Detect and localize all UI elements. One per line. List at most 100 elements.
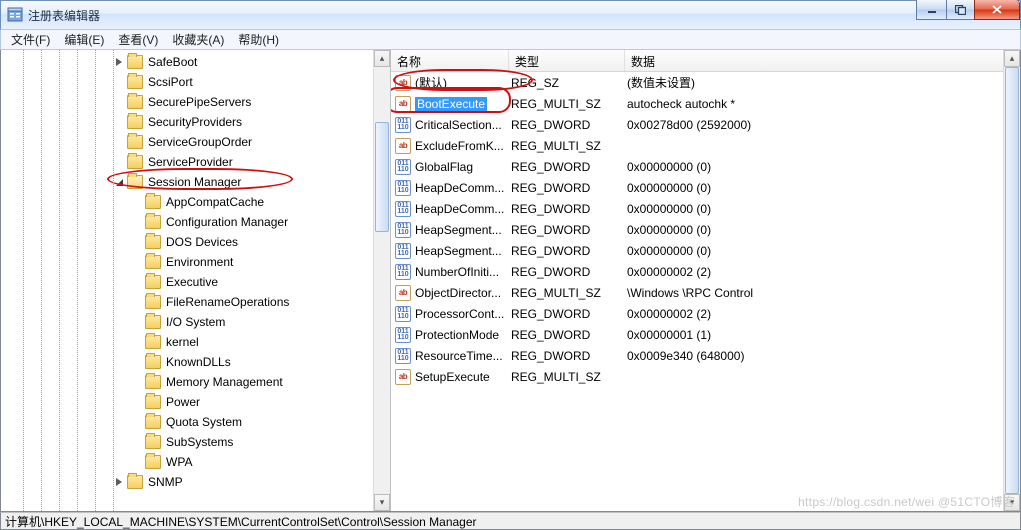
- value-data: 0x00000000 (0): [627, 223, 1020, 237]
- menu-file[interactable]: 文件(F): [5, 29, 56, 50]
- value-name: HeapDeComm...: [415, 181, 511, 195]
- list-row[interactable]: 011 110 NumberOfIniti...REG_DWORD0x000000…: [391, 261, 1020, 282]
- menu-help[interactable]: 帮助(H): [232, 29, 285, 50]
- value-type: REG_DWORD: [511, 202, 627, 216]
- binary-value-icon: 011 110: [395, 222, 411, 238]
- value-name: (默认): [415, 74, 511, 91]
- value-name: SetupExecute: [415, 370, 511, 384]
- list-row[interactable]: 011 110ProtectionModeREG_DWORD0x00000001…: [391, 324, 1020, 345]
- value-type: REG_DWORD: [511, 181, 627, 195]
- tree-scrollbar[interactable]: ▴ ▾: [373, 50, 390, 511]
- list-header: 名称 类型 数据: [391, 50, 1020, 72]
- close-button[interactable]: [974, 0, 1020, 20]
- window-title: 注册表编辑器: [28, 7, 100, 24]
- folder-icon: [145, 435, 161, 449]
- tree-item-label: Session Manager: [146, 175, 241, 189]
- list-row[interactable]: 011 110HeapSegment...REG_DWORD0x00000000…: [391, 240, 1020, 261]
- folder-icon: [145, 315, 161, 329]
- scroll-down-button[interactable]: ▾: [374, 494, 390, 511]
- menu-favorites[interactable]: 收藏夹(A): [166, 29, 230, 50]
- column-type[interactable]: 类型: [509, 50, 625, 71]
- title-bar: 注册表编辑器: [0, 0, 1021, 30]
- value-type: REG_MULTI_SZ: [511, 139, 627, 153]
- list-row[interactable]: 011 110CriticalSection...REG_DWORD0x0027…: [391, 114, 1020, 135]
- folder-icon: [127, 475, 143, 489]
- value-type: REG_DWORD: [511, 265, 627, 279]
- value-name: HeapSegment...: [415, 244, 511, 258]
- value-data: 0x00000002 (2): [627, 307, 1020, 321]
- scroll-up-button[interactable]: ▴: [374, 50, 390, 67]
- minimize-button[interactable]: [916, 0, 946, 20]
- value-name: HeapDeComm...: [415, 202, 511, 216]
- value-data: 0x00000000 (0): [627, 244, 1020, 258]
- binary-value-icon: 011 110: [395, 348, 411, 364]
- column-data[interactable]: 数据: [625, 50, 1020, 71]
- value-name: ProcessorCont...: [415, 307, 511, 321]
- watermark: https://blog.csdn.net/wei @51CTO博客: [798, 493, 1015, 510]
- collapse-icon[interactable]: [113, 176, 125, 188]
- value-list-pane[interactable]: 名称 类型 数据 ab(默认)REG_SZ(数值未设置)abBootExecut…: [391, 50, 1020, 511]
- app-icon: [7, 7, 23, 23]
- value-name: CriticalSection...: [415, 118, 511, 132]
- list-scrollbar[interactable]: ▴ ▾: [1003, 50, 1020, 511]
- window-controls: [916, 0, 1020, 20]
- expand-icon[interactable]: [113, 476, 125, 488]
- tree-item-label: ScsiPort: [146, 75, 193, 89]
- menu-view[interactable]: 查看(V): [112, 29, 164, 50]
- scroll-thumb[interactable]: [1005, 67, 1019, 494]
- tree-item-label: Power: [164, 395, 200, 409]
- binary-value-icon: 011 110: [395, 117, 411, 133]
- list-row[interactable]: abSetupExecuteREG_MULTI_SZ: [391, 366, 1020, 387]
- tree-item-label: FileRenameOperations: [164, 295, 289, 309]
- list-row[interactable]: abObjectDirector...REG_MULTI_SZ\Windows …: [391, 282, 1020, 303]
- folder-icon: [145, 235, 161, 249]
- folder-icon: [127, 95, 143, 109]
- value-name: GlobalFlag: [415, 160, 511, 174]
- folder-icon: [145, 395, 161, 409]
- value-type: REG_MULTI_SZ: [511, 97, 627, 111]
- folder-icon: [127, 135, 143, 149]
- list-row[interactable]: abExcludeFromK...REG_MULTI_SZ: [391, 135, 1020, 156]
- folder-icon: [127, 75, 143, 89]
- value-data: 0x00000002 (2): [627, 265, 1020, 279]
- tree-item-label: WPA: [164, 455, 192, 469]
- folder-icon: [127, 115, 143, 129]
- list-row[interactable]: 011 110ResourceTime...REG_DWORD0x0009e34…: [391, 345, 1020, 366]
- scroll-thumb[interactable]: [375, 122, 389, 232]
- list-row[interactable]: ab(默认)REG_SZ(数值未设置): [391, 72, 1020, 93]
- value-type: REG_DWORD: [511, 328, 627, 342]
- list-row[interactable]: 011 110HeapDeComm...REG_DWORD0x00000000 …: [391, 198, 1020, 219]
- menu-edit[interactable]: 编辑(E): [58, 29, 110, 50]
- value-name: HeapSegment...: [415, 223, 511, 237]
- value-data: 0x0009e340 (648000): [627, 349, 1020, 363]
- value-type: REG_DWORD: [511, 244, 627, 258]
- list-row[interactable]: 011 110GlobalFlagREG_DWORD0x00000000 (0): [391, 156, 1020, 177]
- maximize-button[interactable]: [946, 0, 974, 20]
- folder-icon: [145, 215, 161, 229]
- tree-item-label: Configuration Manager: [164, 215, 288, 229]
- scroll-up-button[interactable]: ▴: [1004, 50, 1020, 67]
- folder-icon: [145, 415, 161, 429]
- expand-icon[interactable]: [113, 56, 125, 68]
- value-name: NumberOfIniti...: [415, 265, 511, 279]
- value-data: (数值未设置): [627, 74, 1020, 91]
- list-row[interactable]: 011 110HeapSegment...REG_DWORD0x00000000…: [391, 219, 1020, 240]
- value-type: REG_DWORD: [511, 118, 627, 132]
- binary-value-icon: 011 110: [395, 306, 411, 322]
- binary-value-icon: 011 110: [395, 264, 411, 280]
- list-row[interactable]: 011 110HeapDeComm...REG_DWORD0x00000000 …: [391, 177, 1020, 198]
- folder-icon: [127, 55, 143, 69]
- folder-icon: [127, 155, 143, 169]
- value-name: ObjectDirector...: [415, 286, 511, 300]
- column-name[interactable]: 名称: [391, 50, 509, 71]
- tree-item-label: Environment: [164, 255, 233, 269]
- list-row[interactable]: abBootExecuteREG_MULTI_SZautocheck autoc…: [391, 93, 1020, 114]
- tree-item-label: ServiceGroupOrder: [146, 135, 252, 149]
- list-row[interactable]: 011 110ProcessorCont...REG_DWORD0x000000…: [391, 303, 1020, 324]
- folder-icon: [145, 335, 161, 349]
- tree-pane[interactable]: SafeBootScsiPortSecurePipeServersSecurit…: [1, 50, 391, 511]
- folder-icon: [145, 295, 161, 309]
- folder-icon: [145, 195, 161, 209]
- value-name: BootExecute: [415, 97, 511, 111]
- folder-icon: [145, 455, 161, 469]
